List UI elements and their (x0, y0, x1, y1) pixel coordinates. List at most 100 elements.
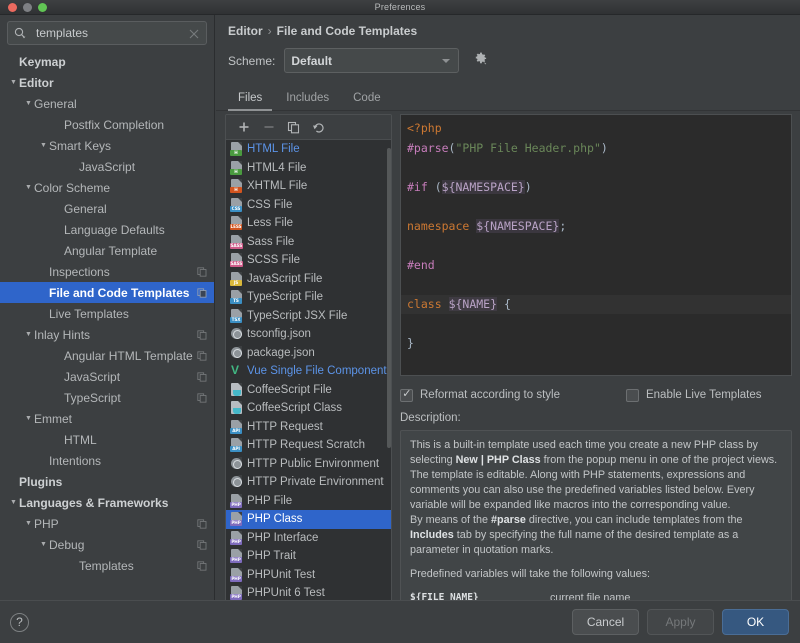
template-list-item[interactable]: PHP PHP File (226, 492, 391, 511)
template-list-item[interactable]: TSX TypeScript JSX File (226, 307, 391, 326)
template-list-item[interactable]: TS TypeScript File (226, 288, 391, 307)
template-list-item[interactable]: JS JavaScript File (226, 270, 391, 289)
copy-settings-icon[interactable] (197, 287, 207, 301)
template-list-item[interactable]: tsconfig.json (226, 325, 391, 344)
template-list-item[interactable]: CoffeeScript Class (226, 399, 391, 418)
template-list-item[interactable]: H XHTML File (226, 177, 391, 196)
copy-settings-icon[interactable] (197, 392, 207, 406)
disclosure-triangle-icon[interactable]: ▼ (8, 72, 19, 93)
copy-settings-icon[interactable] (197, 329, 207, 343)
sidebar-item-languages-frameworks[interactable]: ▼ Languages & Frameworks (0, 492, 214, 513)
tab-files[interactable]: Files (226, 92, 274, 111)
gear-icon[interactable] (473, 51, 488, 71)
sidebar-item-emmet[interactable]: ▼ Emmet (0, 408, 214, 429)
help-button[interactable]: ? (10, 612, 29, 632)
cancel-button[interactable]: Cancel (572, 609, 639, 635)
sidebar-item-html[interactable]: HTML (0, 429, 214, 450)
disclosure-triangle-icon[interactable]: ▼ (23, 93, 34, 114)
template-list-item[interactable]: H HTML File (226, 140, 391, 159)
sidebar-item-angular-template[interactable]: Angular Template (0, 240, 214, 261)
template-list-item[interactable]: SASS Sass File (226, 233, 391, 252)
sidebar-item-language-defaults[interactable]: Language Defaults (0, 219, 214, 240)
template-list-item[interactable]: LESS Less File (226, 214, 391, 233)
breadcrumb-parent[interactable]: Editor (228, 24, 263, 38)
sidebar-item-label: Templates (79, 558, 134, 573)
tab-includes[interactable]: Includes (274, 92, 341, 110)
template-name: Less File (247, 217, 294, 230)
scrollbar-thumb[interactable] (387, 148, 391, 448)
sidebar-item-color-scheme[interactable]: ▼ Color Scheme (0, 177, 214, 198)
file-type-icon (230, 456, 243, 471)
disclosure-triangle-icon[interactable]: ▼ (23, 408, 34, 429)
copy-settings-icon[interactable] (197, 518, 207, 532)
template-list-item[interactable]: SASS SCSS File (226, 251, 391, 270)
disclosure-triangle-icon[interactable]: ▼ (38, 534, 49, 555)
sidebar-item-editor[interactable]: ▼ Editor (0, 72, 214, 93)
scheme-select[interactable]: Default (284, 48, 460, 73)
sidebar-item-inspections[interactable]: Inspections (0, 261, 214, 282)
sidebar-item-javascript[interactable]: JavaScript (0, 156, 214, 177)
disclosure-triangle-icon[interactable]: ▼ (23, 177, 34, 198)
sidebar-item-intentions[interactable]: Intentions (0, 450, 214, 471)
template-list-item[interactable]: HTTP Public Environment (226, 455, 391, 474)
minimize-window-button[interactable] (23, 2, 32, 12)
close-window-button[interactable] (8, 2, 17, 12)
sidebar-item-smart-keys[interactable]: ▼ Smart Keys (0, 135, 214, 156)
template-list[interactable]: H HTML File H HTML4 File H XHTML File CSS CSS F… (226, 140, 391, 602)
search-input[interactable]: templates (7, 21, 207, 45)
code-token: } (407, 335, 414, 350)
reformat-checkbox[interactable] (400, 387, 413, 402)
disclosure-triangle-icon[interactable]: ▼ (23, 513, 34, 534)
sidebar-item-keymap[interactable]: Keymap (0, 51, 214, 72)
file-type-icon: PHP (230, 530, 243, 545)
disclosure-triangle-icon[interactable]: ▼ (23, 324, 34, 345)
disclosure-triangle-icon[interactable]: ▼ (8, 492, 19, 513)
template-list-item[interactable]: PHP PHPUnit Test (226, 566, 391, 585)
template-list-item[interactable]: HTTP Private Environment (226, 473, 391, 492)
add-template-button[interactable] (231, 116, 256, 138)
tab-code[interactable]: Code (341, 92, 393, 110)
copy-settings-icon[interactable] (197, 560, 207, 574)
sidebar-item-label: Live Templates (49, 306, 129, 321)
template-list-item[interactable]: API HTTP Request Scratch (226, 436, 391, 455)
sidebar-item-angular-html-template[interactable]: Angular HTML Template (0, 345, 214, 366)
sidebar-item-inlay-hints[interactable]: ▼ Inlay Hints (0, 324, 214, 345)
template-list-item[interactable]: Vue Single File Component (226, 362, 391, 381)
template-list-item[interactable]: API HTTP Request (226, 418, 391, 437)
sidebar-item-live-templates[interactable]: Live Templates (0, 303, 214, 324)
template-list-item[interactable]: CSS CSS File (226, 196, 391, 215)
reset-template-button[interactable] (306, 116, 331, 138)
template-code-editor[interactable]: <?php #parse("PHP File Header.php") #if (… (400, 114, 792, 376)
sidebar-item-file-and-code-templates[interactable]: File and Code Templates (0, 282, 214, 303)
sidebar-item-label: Inlay Hints (34, 327, 91, 342)
template-name: HTTP Request (247, 420, 323, 433)
sidebar-item-plugins[interactable]: Plugins (0, 471, 214, 492)
template-list-item[interactable]: PHP PHP Trait (226, 547, 391, 566)
sidebar-item-debug[interactable]: ▼ Debug (0, 534, 214, 555)
copy-template-button[interactable] (281, 116, 306, 138)
disclosure-triangle-icon[interactable]: ▼ (38, 135, 49, 156)
template-list-item[interactable]: PHP PHP Interface (226, 529, 391, 548)
sidebar-item-general[interactable]: General (0, 198, 214, 219)
template-list-item[interactable]: package.json (226, 344, 391, 363)
sidebar-item-php[interactable]: ▼ PHP (0, 513, 214, 534)
copy-settings-icon[interactable] (197, 539, 207, 553)
template-list-item[interactable]: PHP PHP Class (226, 510, 391, 529)
sidebar-item-javascript[interactable]: JavaScript (0, 366, 214, 387)
copy-settings-icon[interactable] (197, 371, 207, 385)
sidebar-item-postfix-completion[interactable]: Postfix Completion (0, 114, 214, 135)
code-token: namespace (407, 218, 470, 233)
template-list-item[interactable]: H HTML4 File (226, 159, 391, 178)
clear-search-icon[interactable] (188, 27, 200, 39)
sidebar-item-typescript[interactable]: TypeScript (0, 387, 214, 408)
sidebar-item-general[interactable]: ▼ General (0, 93, 214, 114)
scheme-row: Scheme: Default (216, 38, 800, 73)
live-templates-checkbox[interactable] (625, 388, 639, 402)
ok-button[interactable]: OK (722, 609, 789, 635)
template-list-item[interactable]: CoffeeScript File (226, 381, 391, 400)
sidebar-item-templates[interactable]: Templates (0, 555, 214, 576)
maximize-window-button[interactable] (38, 2, 47, 12)
copy-settings-icon[interactable] (197, 350, 207, 364)
template-list-scrollbar[interactable] (387, 140, 391, 602)
copy-settings-icon[interactable] (197, 266, 207, 280)
